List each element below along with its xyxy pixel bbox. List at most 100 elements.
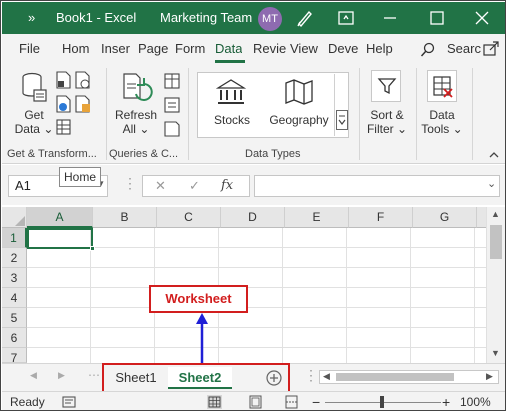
fill-handle[interactable] <box>90 246 95 251</box>
formula-input[interactable] <box>254 175 500 197</box>
tab-help[interactable]: Help <box>366 34 393 64</box>
zoom-level[interactable]: 100% <box>460 392 491 410</box>
more-sheets-icon[interactable]: ⋯ <box>88 368 100 382</box>
tab-page-layout[interactable]: Page <box>138 34 168 64</box>
tab-formulas[interactable]: Form <box>175 34 205 64</box>
column-header-e[interactable]: E <box>285 207 349 228</box>
share-icon[interactable] <box>482 40 500 58</box>
queries-icons[interactable] <box>162 72 182 138</box>
scroll-left-icon[interactable]: ◀ <box>323 371 330 382</box>
page-break-view-icon[interactable] <box>284 395 299 409</box>
customize-toolbar-button[interactable]: » <box>28 2 35 34</box>
sort-filter-button[interactable]: Sort & Filter ⌄ <box>362 108 412 136</box>
database-icon[interactable] <box>21 72 47 102</box>
row-header-1[interactable]: 1 <box>2 228 27 248</box>
close-icon[interactable] <box>472 8 492 28</box>
row-header-4[interactable]: 4 <box>2 288 27 308</box>
next-sheet-icon[interactable]: ▶ <box>58 370 65 381</box>
column-header-g[interactable]: G <box>413 207 477 228</box>
ribbon-display-options-icon[interactable] <box>336 8 356 28</box>
refresh-icon[interactable] <box>122 72 154 106</box>
map-icon[interactable] <box>284 78 314 106</box>
search-icon[interactable] <box>420 42 436 58</box>
page-layout-view-icon[interactable] <box>248 395 263 409</box>
title-bar: » Book1 - Excel Marketing Team MT <box>2 2 505 34</box>
group-label-data-types: Data Types <box>245 148 301 160</box>
horizontal-scrollbar[interactable]: ◀ ▶ <box>319 370 499 384</box>
row-header-2[interactable]: 2 <box>2 248 27 268</box>
minimize-icon[interactable] <box>380 8 400 28</box>
column-header-a[interactable]: A <box>27 207 93 228</box>
tab-home[interactable]: Hom <box>62 34 89 64</box>
excel-window: » Book1 - Excel Marketing Team MT File H… <box>0 0 506 411</box>
expand-formula-bar-icon[interactable]: ⌄ <box>487 177 496 190</box>
normal-view-icon[interactable] <box>207 395 222 409</box>
zoom-out-icon[interactable]: − <box>312 392 320 410</box>
collapse-ribbon-icon[interactable] <box>488 150 500 160</box>
cell-area[interactable] <box>27 228 486 363</box>
row-header-6[interactable]: 6 <box>2 328 27 348</box>
bank-icon[interactable] <box>216 78 246 106</box>
scroll-up-icon[interactable]: ▲ <box>491 209 500 219</box>
tab-file[interactable]: File <box>19 34 40 64</box>
tab-review[interactable]: Revie <box>253 34 286 64</box>
data-tools-button[interactable]: Data Tools ⌄ <box>420 108 464 136</box>
maximize-icon[interactable] <box>427 8 447 28</box>
accessibility-icon[interactable] <box>62 395 76 409</box>
ribbon: Get Data ⌄ Refresh All ⌄ Stocks Geograph… <box>2 64 505 164</box>
formula-buttons: ✕ ✓ fx <box>142 175 250 197</box>
gallery-scroll[interactable] <box>334 74 348 136</box>
filter-button-frame[interactable] <box>371 70 401 102</box>
geography-button[interactable]: Geography <box>266 113 332 127</box>
zoom-slider-thumb[interactable] <box>380 396 384 408</box>
separator <box>472 68 473 160</box>
row-header-3[interactable]: 3 <box>2 268 27 288</box>
insert-function-icon[interactable]: fx <box>221 178 233 193</box>
chevron-down-icon: ⌄ <box>396 122 408 136</box>
pen-icon[interactable] <box>295 8 315 28</box>
worksheet-callout: Worksheet <box>149 285 248 313</box>
active-cell-a1[interactable] <box>27 228 95 251</box>
tab-split-grip-icon[interactable]: ⋮ <box>304 367 318 384</box>
data-source-icons[interactable] <box>54 70 74 140</box>
data-tools-label-line1: Data <box>429 108 455 122</box>
row-header-7[interactable]: 7 <box>2 348 27 365</box>
vertical-scroll-thumb[interactable] <box>490 225 502 259</box>
column-header-c[interactable]: C <box>157 207 221 228</box>
horizontal-scroll-thumb[interactable] <box>336 373 454 381</box>
gallery-more-icon[interactable] <box>336 110 348 130</box>
sort-filter-label-line2: Filter <box>366 122 394 136</box>
stocks-button[interactable]: Stocks <box>207 113 257 127</box>
tab-insert[interactable]: Inser <box>101 34 130 64</box>
get-data-label-line2: Data <box>14 122 40 136</box>
select-all-icon <box>15 216 25 226</box>
separator <box>188 68 189 160</box>
avatar[interactable]: MT <box>258 7 282 31</box>
scroll-right-icon[interactable]: ▶ <box>486 371 493 382</box>
cancel-icon[interactable]: ✕ <box>155 178 166 194</box>
get-data-button[interactable]: Get Data ⌄ <box>12 108 56 136</box>
row-header-5[interactable]: 5 <box>2 308 27 328</box>
zoom-in-icon[interactable]: + <box>442 392 450 410</box>
chevron-down-icon: ⌄ <box>139 122 150 136</box>
tooltip: Home <box>59 167 102 187</box>
refresh-all-button[interactable]: Refresh All ⌄ <box>112 108 160 136</box>
separator <box>416 68 417 160</box>
refresh-label-line1: Refresh <box>114 108 158 122</box>
tab-view[interactable]: View <box>290 34 318 64</box>
prev-sheet-icon[interactable]: ◀ <box>30 370 37 381</box>
group-label-queries: Queries & C... <box>109 148 179 160</box>
column-header-f[interactable]: F <box>349 207 413 228</box>
get-data-label-line1: Get <box>24 108 44 122</box>
tab-developer[interactable]: Deve <box>328 34 358 64</box>
column-header-d[interactable]: D <box>221 207 285 228</box>
search-label[interactable]: Searc <box>447 34 483 64</box>
column-header-b[interactable]: B <box>93 207 157 228</box>
vertical-scrollbar[interactable]: ▲ ▼ <box>486 207 505 363</box>
enter-icon[interactable]: ✓ <box>189 178 200 194</box>
refresh-label-line2: All <box>122 122 136 136</box>
scroll-down-icon[interactable]: ▼ <box>491 348 500 358</box>
recent-sources-icons[interactable] <box>73 70 93 116</box>
select-all-corner[interactable] <box>2 207 27 228</box>
data-tools-button-frame[interactable] <box>427 70 457 102</box>
